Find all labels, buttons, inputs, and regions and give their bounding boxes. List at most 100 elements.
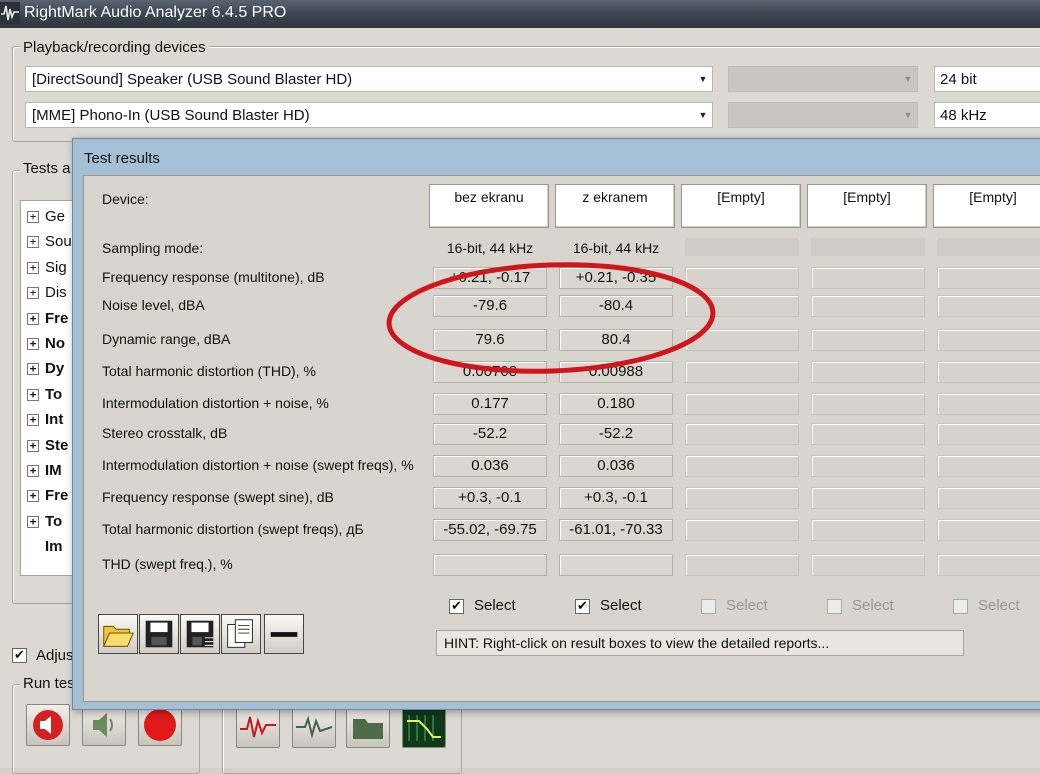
select-checkbox[interactable] <box>701 598 716 614</box>
playback-format-select[interactable]: ▼ <box>728 66 918 92</box>
result-cell[interactable]: -55.02, -69.75 <box>433 519 547 541</box>
result-cell[interactable]: -80.4 <box>559 295 673 317</box>
sample-rate-field[interactable]: 48 kHz <box>934 102 1040 128</box>
expand-icon[interactable]: + <box>27 287 39 300</box>
playback-group-legend: Playback/recording devices <box>20 39 209 56</box>
chevron-down-icon[interactable]: ▼ <box>694 103 712 127</box>
save-button[interactable] <box>139 614 179 654</box>
chevron-down-icon[interactable]: ▼ <box>899 67 917 91</box>
speaker-test-button[interactable] <box>26 704 70 746</box>
result-cell <box>685 519 799 541</box>
speaker-off-button[interactable] <box>82 704 126 746</box>
folder-test-button[interactable] <box>346 706 390 748</box>
tree-item-label: Sou <box>45 233 72 251</box>
expand-icon[interactable]: + <box>27 388 39 401</box>
device-slot-3[interactable]: [Empty] <box>681 184 801 228</box>
tree-item[interactable]: + Sig <box>27 259 67 281</box>
result-cell[interactable]: 79.6 <box>433 329 547 351</box>
device-slot-2[interactable]: z ekranem <box>555 184 675 228</box>
result-cell <box>811 455 925 477</box>
bit-depth-field[interactable]: 24 bit <box>934 66 1040 92</box>
test-results-dialog: Test results Device: HINT: Right-click o… <box>72 138 1040 710</box>
chevron-down-icon[interactable]: ▼ <box>694 67 712 91</box>
expand-icon[interactable]: + <box>27 439 39 452</box>
open-button[interactable] <box>98 614 138 654</box>
tree-item[interactable]: + Ste <box>27 437 68 459</box>
result-cell <box>685 267 799 289</box>
select-checkbox[interactable]: ✔ <box>449 598 464 614</box>
result-cell <box>685 238 799 256</box>
graph-button[interactable] <box>402 706 446 748</box>
expand-icon[interactable]: + <box>27 363 39 376</box>
result-cell <box>685 295 799 317</box>
select-column-3[interactable]: Select <box>701 597 768 614</box>
recording-device-select[interactable]: [MME] Phono-In (USB Sound Blaster HD) ▼ <box>25 102 713 128</box>
select-column-1[interactable]: ✔ Select <box>449 597 516 614</box>
device-slot-4[interactable]: [Empty] <box>807 184 927 228</box>
result-cell[interactable]: -52.2 <box>433 423 547 445</box>
result-cell[interactable]: +0.21, -0.17 <box>433 267 547 289</box>
playback-device-select[interactable]: [DirectSound] Speaker (USB Sound Blaster… <box>25 66 713 92</box>
result-cell[interactable]: 0.00988 <box>559 361 673 383</box>
result-cell[interactable]: 0.036 <box>559 455 673 477</box>
tree-item[interactable]: + Dy <box>27 360 64 382</box>
expand-icon[interactable]: + <box>27 312 39 325</box>
result-cell[interactable]: +0.3, -0.1 <box>559 487 673 509</box>
tree-item[interactable]: + Sou <box>27 233 72 255</box>
tree-item[interactable]: + Fre <box>27 310 68 332</box>
expand-icon[interactable]: + <box>27 338 39 351</box>
tests-tree[interactable]: + Ge + Sou + Sig + Dis + Fre + No + Dy + To + Int + Ste + IM +… <box>20 200 76 576</box>
record-button[interactable] <box>138 704 182 746</box>
waveform-test-button[interactable] <box>236 706 280 748</box>
result-cell[interactable]: 0.036 <box>433 455 547 477</box>
select-column-2[interactable]: ✔ Select <box>575 597 642 614</box>
result-cell[interactable] <box>559 554 673 576</box>
tree-item[interactable]: Im <box>27 538 63 560</box>
result-cell <box>937 423 1040 445</box>
result-cell[interactable]: 0.177 <box>433 393 547 415</box>
result-cell[interactable]: 80.4 <box>559 329 673 351</box>
tree-item[interactable]: + Ge <box>27 208 65 230</box>
select-checkbox[interactable] <box>827 598 842 614</box>
tree-item[interactable]: + Int <box>27 411 63 433</box>
tree-item[interactable]: + Dis <box>27 284 67 306</box>
device-slot-1[interactable]: bez ekranu <box>429 184 549 228</box>
tree-item[interactable]: + IM <box>27 462 62 484</box>
result-cell <box>937 455 1040 477</box>
result-cell[interactable]: -79.6 <box>433 295 547 317</box>
result-cell[interactable]: 0.00708 <box>433 361 547 383</box>
save-as-button[interactable] <box>180 614 220 654</box>
tree-item[interactable]: + To <box>27 386 62 408</box>
result-cell <box>811 361 925 383</box>
select-checkbox[interactable] <box>953 598 968 614</box>
chevron-down-icon[interactable]: ▼ <box>899 103 917 127</box>
expand-icon[interactable] <box>27 541 39 553</box>
result-cell[interactable]: 0.180 <box>559 393 673 415</box>
expand-icon[interactable]: + <box>27 465 39 478</box>
recording-format-select[interactable]: ▼ <box>728 102 918 128</box>
signal-button[interactable] <box>292 706 336 748</box>
device-slot-5[interactable]: [Empty] <box>933 184 1040 228</box>
result-row-label: Intermodulation distortion + noise, % <box>102 395 329 411</box>
tree-item[interactable]: + Fre <box>27 487 68 509</box>
expand-icon[interactable]: + <box>27 211 39 224</box>
expand-icon[interactable]: + <box>27 414 39 427</box>
expand-icon[interactable]: + <box>27 261 39 274</box>
copy-button[interactable] <box>221 614 261 654</box>
result-cell[interactable]: -52.2 <box>559 423 673 445</box>
expand-icon[interactable]: + <box>27 490 39 503</box>
expand-icon[interactable]: + <box>27 515 39 528</box>
select-column-4[interactable]: Select <box>827 597 894 614</box>
result-cell: 16-bit, 44 kHz <box>446 240 534 256</box>
result-cell[interactable]: -61.01, -70.33 <box>559 519 673 541</box>
result-cell[interactable]: +0.3, -0.1 <box>433 487 547 509</box>
select-checkbox[interactable]: ✔ <box>575 598 590 614</box>
result-cell[interactable] <box>433 554 547 576</box>
remove-button[interactable] <box>264 614 304 654</box>
select-column-5[interactable]: Select <box>953 597 1020 614</box>
tree-item[interactable]: + No <box>27 335 65 357</box>
expand-icon[interactable]: + <box>27 236 39 249</box>
tree-item[interactable]: + To <box>27 513 62 535</box>
result-cell[interactable]: +0.21, -0.35 <box>559 267 673 289</box>
adjust-checkbox[interactable]: ✔ <box>12 648 27 663</box>
